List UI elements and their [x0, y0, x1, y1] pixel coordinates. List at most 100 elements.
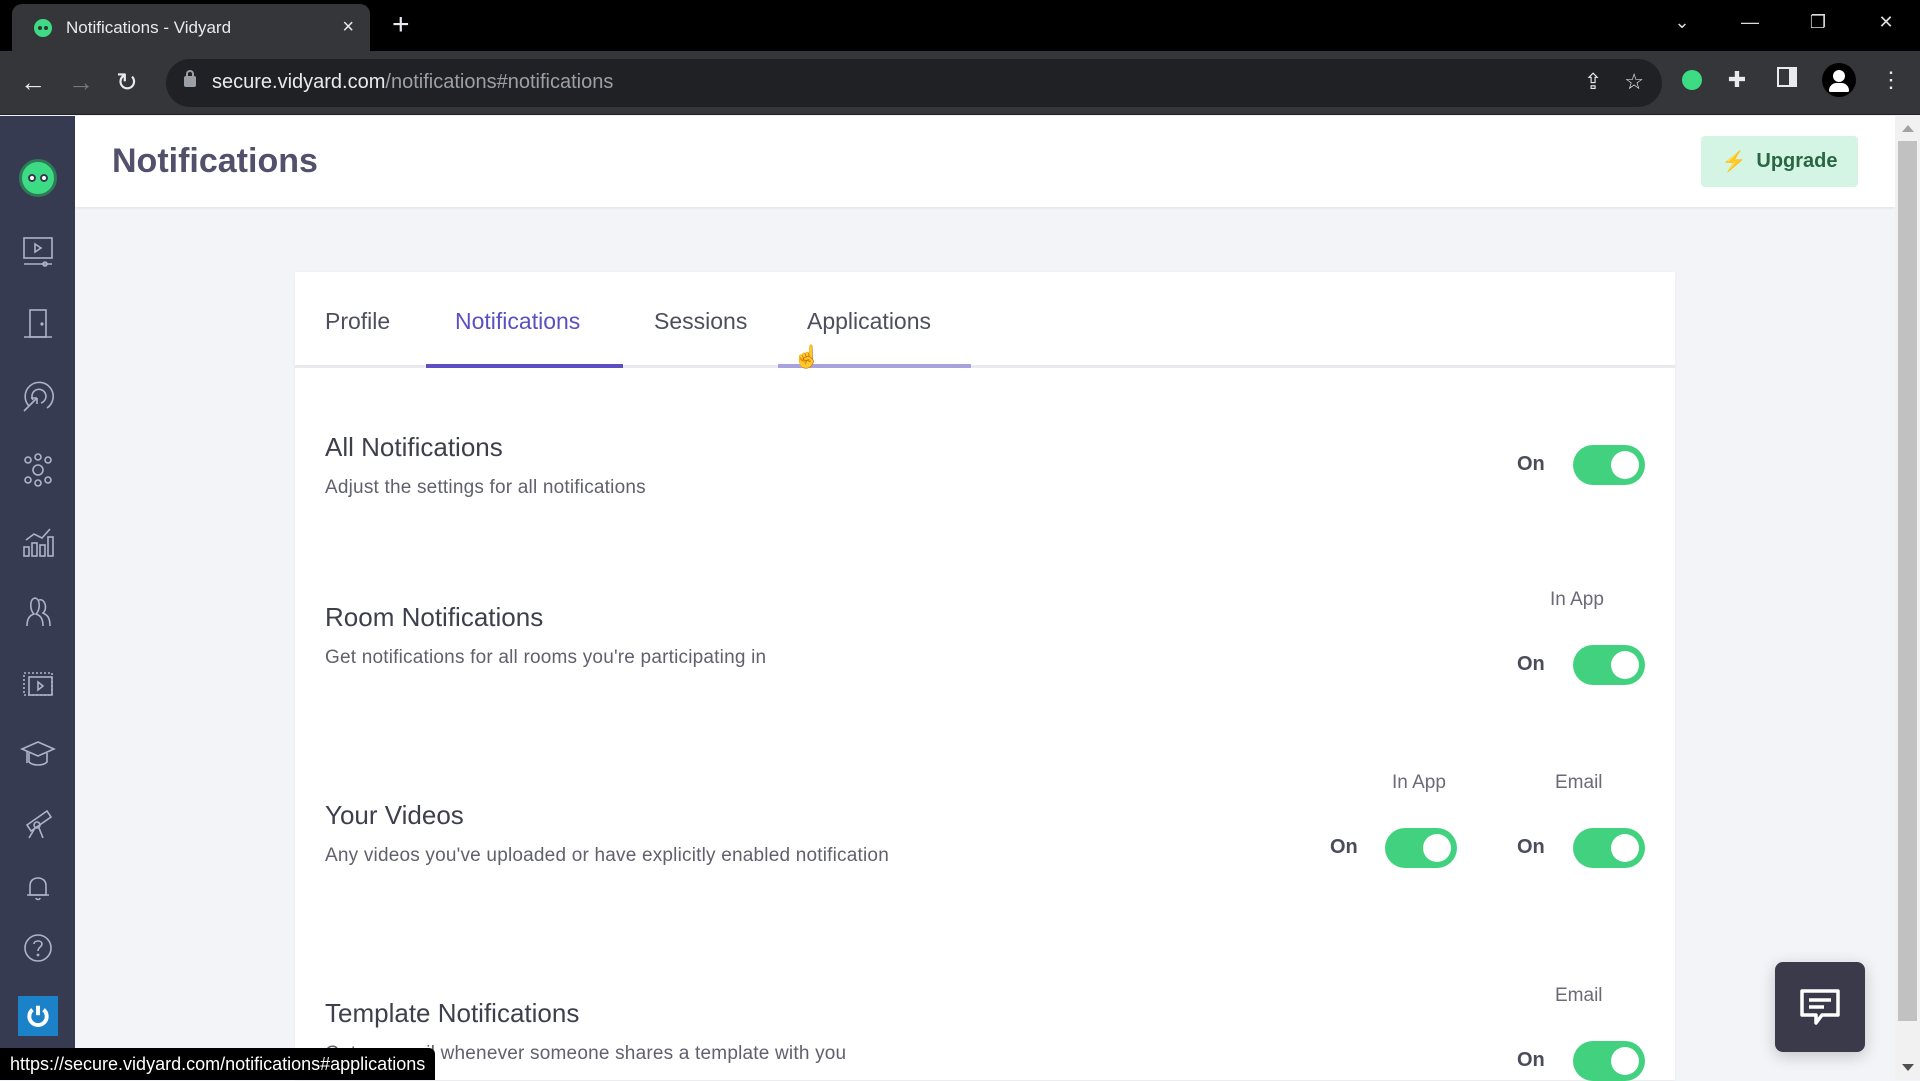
scrollbar-thumb[interactable] [1898, 141, 1917, 1021]
section-title: All Notifications [325, 432, 503, 462]
vidyard-extension-icon[interactable] [1682, 70, 1702, 90]
back-icon[interactable]: ← [20, 67, 46, 97]
profile-avatar-icon[interactable] [1822, 63, 1856, 97]
upgrade-label: Upgrade [1756, 150, 1838, 172]
side-panel-icon[interactable] [1772, 66, 1802, 94]
page-header: Notifications ⚡ Upgrade [75, 116, 1895, 207]
videos-in-app-toggle[interactable] [1385, 828, 1457, 868]
column-label-in-app: In App [1392, 772, 1446, 793]
toggle-state-label: On [1517, 453, 1545, 475]
restore-icon[interactable]: ❐ [1784, 0, 1852, 44]
sidebar-item-integrations[interactable] [0, 442, 75, 498]
url-host: secure.vidyard.com [212, 71, 386, 93]
sidebar-item-training[interactable] [0, 726, 75, 782]
window-controls: ⌄ — ❐ ✕ [1648, 0, 1920, 44]
browser-tab[interactable]: Notifications - Vidyard × [12, 4, 370, 51]
toggle-state-label: On [1517, 836, 1545, 858]
new-tab-button[interactable]: + [392, 8, 410, 42]
sidebar-item-power[interactable] [0, 988, 75, 1044]
scroll-up-arrow-icon[interactable] [1902, 125, 1914, 132]
column-label-in-app: In App [1550, 589, 1604, 610]
window-close-icon[interactable]: ✕ [1852, 0, 1920, 44]
column-label-email: Email [1555, 985, 1603, 1006]
section-title: Room Notifications [325, 602, 544, 632]
help-question-icon [23, 934, 52, 962]
chat-bubble-icon [1800, 989, 1840, 1025]
omnibox-icons: ⇪ ☆ [1584, 69, 1644, 95]
extension-icons: ✚ ⋮ [1682, 63, 1906, 97]
sidebar-item-analytics[interactable] [0, 514, 75, 570]
section-room-notifications: Room Notifications Get notifications for… [325, 602, 766, 669]
browser-toolbar: ← → ↻ secure.vidyard.com/notifications#n… [0, 51, 1920, 115]
lightning-icon: ⚡ [1721, 151, 1747, 173]
tab-notifications[interactable]: Notifications [455, 308, 580, 335]
page-scrollbar[interactable] [1895, 116, 1920, 1080]
sidebar-item-team[interactable] [0, 584, 75, 640]
sidebar-item-rooms[interactable] [0, 296, 75, 352]
tab-profile[interactable]: Profile [325, 308, 390, 335]
sidebar-item-notifications[interactable] [0, 860, 75, 916]
tab-applications[interactable]: Applications [807, 308, 931, 335]
tab-title: Notifications - Vidyard [66, 17, 232, 37]
videos-email-toggle[interactable] [1573, 828, 1645, 868]
url-text[interactable]: secure.vidyard.com/notifications#notific… [212, 71, 613, 94]
share-icon[interactable]: ⇪ [1584, 69, 1602, 95]
toggle-state-label: On [1330, 836, 1358, 858]
upgrade-button[interactable]: ⚡ Upgrade [1701, 136, 1858, 187]
section-all-notifications: All Notifications Adjust the settings fo… [325, 432, 646, 499]
page-title: Notifications [112, 142, 318, 180]
section-description: Adjust the settings for all notification… [325, 477, 646, 498]
settings-card: Profile Notifications Sessions Applicati… [295, 272, 1675, 1081]
close-tab-icon[interactable]: × [342, 16, 354, 39]
sidebar-item-videos[interactable] [0, 224, 75, 280]
template-email-toggle[interactable] [1573, 1041, 1645, 1081]
room-in-app-toggle[interactable] [1573, 645, 1645, 685]
link-status-bar: https://secure.vidyard.com/notifications… [0, 1048, 436, 1080]
forward-icon[interactable]: → [68, 67, 94, 97]
sidebar-item-help[interactable] [0, 920, 75, 976]
team-users-icon [25, 597, 51, 627]
settings-tabs: Profile Notifications Sessions Applicati… [295, 272, 1675, 368]
telescope-icon [25, 809, 52, 839]
section-your-videos: Your Videos Any videos you've uploaded o… [325, 800, 889, 867]
analytics-chart-icon [22, 528, 54, 557]
door-icon [23, 309, 52, 338]
bookmark-star-icon[interactable]: ☆ [1624, 69, 1644, 95]
tab-sessions[interactable]: Sessions [654, 308, 747, 335]
toggle-state-label: On [1517, 653, 1545, 675]
vidyard-logo-icon [18, 159, 57, 197]
column-label-email: Email [1555, 772, 1603, 793]
graduation-cap-icon [19, 741, 56, 766]
lock-icon[interactable] [184, 70, 196, 87]
sidebar-item-home[interactable] [0, 150, 75, 206]
sidebar-item-prospecting[interactable] [0, 369, 75, 425]
reload-icon[interactable]: ↻ [116, 67, 138, 97]
toggle-state-label: On [1517, 1049, 1545, 1071]
video-player-icon [22, 237, 53, 267]
address-bar[interactable]: secure.vidyard.com/notifications#notific… [166, 59, 1662, 107]
section-title: Template Notifications [325, 998, 580, 1028]
sidebar [0, 116, 75, 1080]
browser-menu-icon[interactable]: ⋮ [1876, 67, 1906, 93]
video-library-icon [22, 672, 53, 696]
tab-search-icon[interactable]: ⌄ [1648, 0, 1716, 44]
bell-icon [26, 877, 49, 901]
url-path: /notifications#notifications [385, 71, 614, 93]
all-notifications-toggle[interactable] [1573, 445, 1645, 485]
browser-tab-bar: Notifications - Vidyard × + ⌄ — ❐ ✕ [0, 0, 1920, 51]
network-hub-icon [23, 453, 52, 487]
extensions-puzzle-icon[interactable]: ✚ [1722, 67, 1752, 93]
active-tab-indicator [426, 364, 623, 368]
scroll-down-arrow-icon[interactable] [1902, 1064, 1914, 1071]
chat-support-button[interactable] [1775, 962, 1865, 1052]
section-description: Any videos you've uploaded or have expli… [325, 845, 889, 866]
sidebar-item-library[interactable] [0, 656, 75, 712]
sidebar-item-discover[interactable] [0, 796, 75, 852]
vidyard-favicon-icon [34, 18, 52, 37]
target-cursor-icon [22, 381, 54, 412]
section-title: Your Videos [325, 800, 464, 830]
hand-cursor-icon: ☝ [793, 344, 821, 369]
section-description: Get notifications for all rooms you're p… [325, 647, 767, 668]
minimize-icon[interactable]: — [1716, 0, 1784, 44]
power-icon [17, 996, 58, 1036]
